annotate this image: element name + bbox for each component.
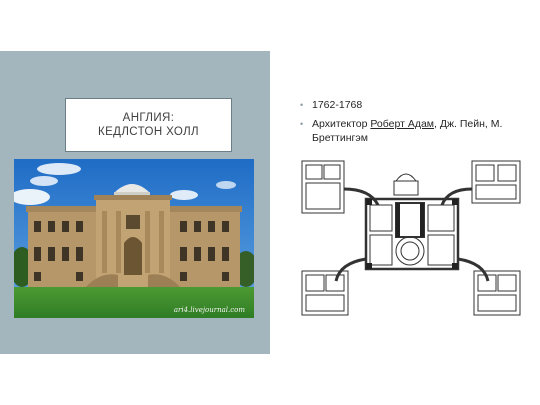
bullet-architects: • Архитектор Роберт Адам, Дж. Пейн, М. Б… xyxy=(298,117,528,145)
title-line-2: КЕДЛСТОН ХОЛЛ xyxy=(98,126,199,138)
left-panel: АНГЛИЯ: КЕДЛСТОН ХОЛЛ ari4.livejournal.c… xyxy=(0,51,270,354)
floor-plan-image xyxy=(300,159,522,319)
bullet-dot-icon: • xyxy=(300,100,304,110)
architect-prefix: Архитектор xyxy=(312,118,371,130)
photo-illustration xyxy=(14,159,254,318)
dates-text: 1762-1768 xyxy=(312,99,363,111)
bullet-dot-icon: • xyxy=(300,119,304,129)
title-line-1: АНГЛИЯ: xyxy=(122,112,175,124)
title-box: АНГЛИЯ: КЕДЛСТОН ХОЛЛ xyxy=(65,98,232,152)
kedleston-hall-photo: ari4.livejournal.com xyxy=(14,159,254,318)
floor-plan-drawing xyxy=(300,159,522,319)
bullet-dates: • 1762-1768 xyxy=(298,98,528,112)
architect-link[interactable]: Роберт Адам xyxy=(370,118,434,130)
slide: АНГЛИЯ: КЕДЛСТОН ХОЛЛ ari4.livejournal.c… xyxy=(0,51,540,354)
photo-watermark: ari4.livejournal.com xyxy=(173,306,245,314)
slide-canvas: АНГЛИЯ: КЕДЛСТОН ХОЛЛ ari4.livejournal.c… xyxy=(0,0,540,405)
bullet-list: • 1762-1768 • Архитектор Роберт Адам, Дж… xyxy=(298,98,528,150)
